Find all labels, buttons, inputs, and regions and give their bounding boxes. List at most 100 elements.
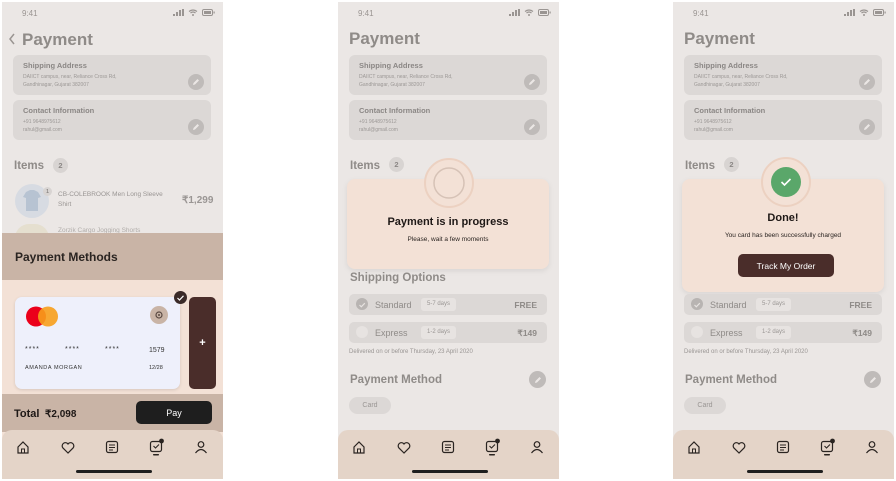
signal-icon: [844, 9, 855, 16]
edit-address-button[interactable]: [524, 74, 540, 90]
contact-info-title: Contact Information: [359, 106, 431, 115]
edit-icon: [193, 124, 199, 130]
address-line-1: DAIICT campus, near, Reliance Cross Rd,: [359, 74, 453, 80]
radio-unselected[interactable]: [356, 326, 368, 338]
contact-info-card: Contact Information +91 9648975612 rahul…: [13, 100, 211, 140]
shipping-address-card: Shipping Address DAIICT campus, near, Re…: [349, 55, 547, 95]
payment-done-screen: 9:41 Payment Shipping Address DAIICT cam…: [673, 2, 894, 479]
radio-unselected[interactable]: [691, 326, 703, 338]
status-icons: [509, 9, 551, 16]
mastercard-icon: [26, 306, 58, 327]
add-card-button[interactable]: +: [189, 297, 216, 389]
shipping-address-card: Shipping Address DAIICT campus, near, Re…: [684, 55, 882, 95]
payment-method-heading: Payment Method: [685, 374, 778, 386]
tab-wishlist[interactable]: [58, 437, 78, 457]
signal-icon: [509, 9, 520, 16]
check-icon: [780, 178, 792, 187]
contact-info-title: Contact Information: [23, 106, 95, 115]
battery-icon: [202, 9, 215, 16]
pay-button[interactable]: Pay: [136, 401, 212, 424]
tab-orders[interactable]: [102, 437, 122, 457]
tab-cart[interactable]: [147, 437, 167, 457]
track-order-button[interactable]: Track My Order: [738, 254, 834, 277]
contact-info-card: Contact Information +91 9648975612 rahul…: [684, 100, 882, 140]
edit-payment-button[interactable]: [864, 371, 881, 388]
tab-home[interactable]: [349, 437, 369, 457]
tab-cart[interactable]: [483, 437, 503, 457]
card-pill[interactable]: Card: [349, 397, 391, 414]
battery-icon: [538, 9, 551, 16]
shipping-option-express[interactable]: Express 1-2 days ₹149: [684, 322, 882, 343]
option-name: Express: [375, 328, 408, 338]
items-count-badge: 2: [53, 158, 68, 173]
radio-selected[interactable]: [356, 298, 368, 310]
edit-contact-button[interactable]: [859, 119, 875, 135]
edit-address-button[interactable]: [188, 74, 204, 90]
total-label: Total: [14, 408, 40, 420]
edit-contact-button[interactable]: [524, 119, 540, 135]
option-price: FREE: [849, 300, 872, 310]
tab-bar: [673, 430, 894, 479]
check-icon: [694, 302, 701, 308]
tab-home[interactable]: [684, 437, 704, 457]
delivery-note: Delivered on or before Thursday, 23 Apri…: [349, 349, 473, 355]
check-icon: [359, 302, 366, 308]
profile-icon: [866, 441, 878, 454]
contact-phone: +91 9648975612: [359, 119, 397, 125]
tab-profile[interactable]: [191, 437, 211, 457]
tab-profile[interactable]: [527, 437, 547, 457]
card-holder: AMANDA MORGAN: [25, 365, 83, 371]
success-circle: [771, 167, 801, 197]
status-time: 9:41: [22, 9, 38, 18]
shipping-option-standard[interactable]: Standard 5-7 days FREE: [684, 294, 882, 315]
payment-method-heading: Payment Method: [350, 374, 443, 386]
card-pill[interactable]: Card: [684, 397, 726, 414]
option-price: ₹149: [852, 328, 872, 338]
shipping-option-standard[interactable]: Standard 5-7 days FREE: [349, 294, 547, 315]
gear-icon: [155, 311, 163, 319]
back-icon[interactable]: [8, 33, 16, 45]
address-line-2: Gandhinagar, Gujarat 382007: [23, 82, 89, 88]
tab-profile[interactable]: [862, 437, 882, 457]
item-name: CB-COLEBROOK Men Long Sleeve Shirt: [58, 191, 163, 208]
tab-orders[interactable]: [438, 437, 458, 457]
cart-icon: [820, 438, 835, 456]
card-number-group: ****: [105, 346, 120, 353]
items-heading: Items: [685, 160, 716, 172]
orders-icon: [441, 440, 455, 454]
heart-icon: [397, 441, 411, 454]
radio-selected[interactable]: [691, 298, 703, 310]
card-number-group: ****: [65, 346, 80, 353]
wifi-icon: [524, 9, 534, 16]
items-count-badge: 2: [724, 157, 739, 172]
tab-wishlist[interactable]: [729, 437, 749, 457]
contact-email: rahul@gmail.com: [694, 127, 733, 133]
status-icons: [173, 9, 215, 16]
items-count-badge: 2: [389, 157, 404, 172]
tab-wishlist[interactable]: [394, 437, 414, 457]
address-line-2: Gandhinagar, Gujarat 382007: [359, 82, 425, 88]
total-bar: Total ₹2,098 Pay: [2, 394, 223, 432]
wifi-icon: [188, 9, 198, 16]
edit-address-button[interactable]: [859, 74, 875, 90]
edit-payment-button[interactable]: [529, 371, 546, 388]
shipping-option-express[interactable]: Express 1-2 days ₹149: [349, 322, 547, 343]
status-time: 9:41: [693, 9, 709, 18]
card-settings-button[interactable]: [150, 306, 168, 324]
tab-orders[interactable]: [773, 437, 793, 457]
items-heading: Items: [350, 160, 381, 172]
shipping-address-title: Shipping Address: [359, 61, 423, 70]
success-title: Done!: [767, 212, 799, 224]
option-name: Express: [710, 328, 743, 338]
edit-icon: [864, 79, 870, 85]
progress-title: Payment is in progress: [387, 216, 509, 228]
payment-progress-screen: 9:41 Payment Shipping Address DAIICT cam…: [338, 2, 559, 479]
edit-contact-button[interactable]: [188, 119, 204, 135]
sheet-header: Payment Methods: [2, 233, 223, 280]
credit-card[interactable]: **** **** **** 1579 AMANDA MORGAN 12/28: [15, 297, 180, 389]
page-title: Payment: [22, 30, 93, 49]
option-name: Standard: [710, 300, 747, 310]
tab-home[interactable]: [13, 437, 33, 457]
tab-cart[interactable]: [818, 437, 838, 457]
total-value: ₹2,098: [45, 409, 77, 420]
